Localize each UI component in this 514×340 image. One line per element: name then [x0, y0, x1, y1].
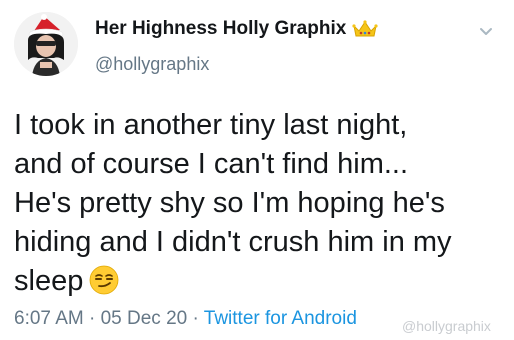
display-name[interactable]: Her Highness Holly Graphix — [95, 18, 346, 40]
tweet-source-link[interactable]: Twitter for Android — [204, 308, 357, 329]
tweet-date[interactable]: 05 Dec 20 — [101, 308, 188, 329]
crown-icon — [352, 19, 378, 39]
smirking-face-icon — [89, 265, 119, 295]
meta-separator: · — [187, 308, 204, 329]
tweet-text: I took in another tiny last night, and o… — [14, 106, 504, 301]
meta-separator: · — [83, 308, 101, 329]
watermark: @hollygraphix — [402, 318, 491, 334]
tweet-time[interactable]: 6:07 AM — [14, 308, 84, 329]
avatar[interactable] — [14, 12, 78, 76]
tweet-line: I took in another tiny last night, — [14, 109, 408, 141]
tweet-line: hiding and I didn't crush him in my — [14, 226, 452, 258]
tweet-line: and of course I can't find him... — [14, 148, 409, 180]
tweet-line: He's pretty shy so I'm hoping he's — [14, 187, 445, 219]
tweet-line-last: sleep — [14, 262, 504, 301]
display-name-row[interactable]: Her Highness Holly Graphix — [95, 18, 378, 40]
chevron-down-icon[interactable] — [476, 22, 496, 42]
tweet-line: sleep — [14, 265, 84, 297]
user-handle[interactable]: @hollygraphix — [95, 54, 209, 75]
tweet-meta: 6:07 AM · 05 Dec 20 · Twitter for Androi… — [14, 308, 357, 330]
